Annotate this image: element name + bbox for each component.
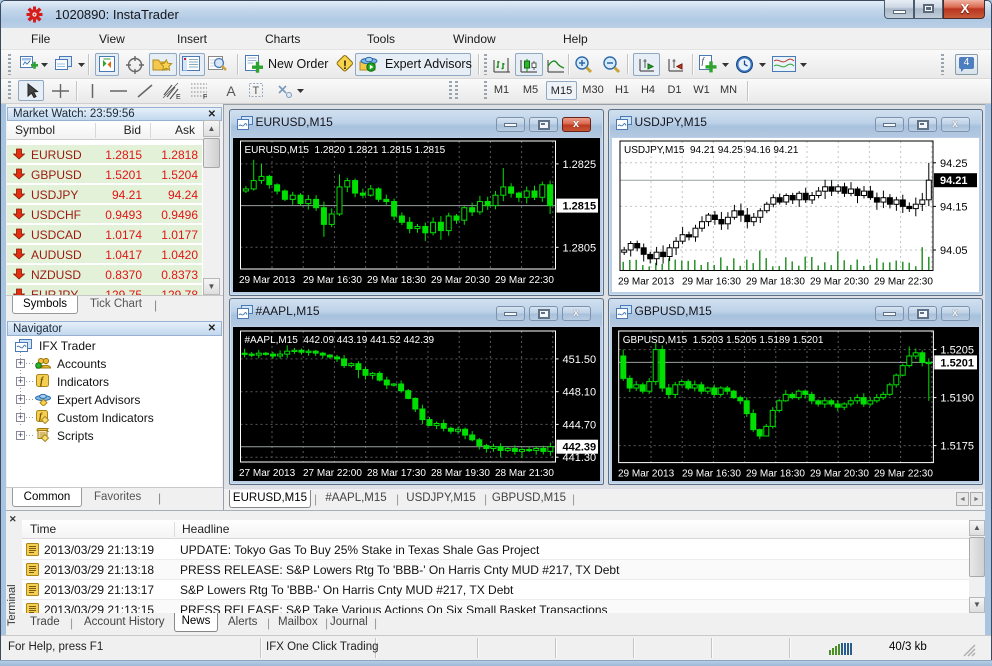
svg-text:1.5175: 1.5175 xyxy=(940,441,974,453)
svg-text:29 Mar 2013: 29 Mar 2013 xyxy=(618,276,675,287)
svg-text:T: T xyxy=(253,85,260,97)
svg-text:441.30: 441.30 xyxy=(562,452,596,464)
svg-text:448.10: 448.10 xyxy=(562,387,596,399)
svg-text:29 Mar 16:30: 29 Mar 16:30 xyxy=(682,276,741,287)
svg-text:444.70: 444.70 xyxy=(562,419,596,431)
svg-text:28 Mar 17:30: 28 Mar 17:30 xyxy=(367,468,426,479)
svg-text:GBPUSD,M15 1.5203 1.5205 1.51: GBPUSD,M15 1.5203 1.5205 1.5189 1.5201 xyxy=(622,335,823,346)
svg-text:1.5205: 1.5205 xyxy=(940,345,974,357)
svg-text:29 Mar 22:30: 29 Mar 22:30 xyxy=(874,469,933,480)
svg-text:442.39: 442.39 xyxy=(562,442,596,454)
svg-text:29 Mar 20:30: 29 Mar 20:30 xyxy=(810,469,869,480)
svg-text:28 Mar 21:30: 28 Mar 21:30 xyxy=(495,468,554,479)
svg-text:29 Mar 16:30: 29 Mar 16:30 xyxy=(682,469,741,480)
svg-text:EURUSD,M15 1.2820 1.2821 1.28: EURUSD,M15 1.2820 1.2821 1.2815 1.2815 xyxy=(244,145,445,156)
svg-text:29 Mar 22:30: 29 Mar 22:30 xyxy=(495,275,554,286)
svg-text:F: F xyxy=(203,94,207,100)
svg-text:1.5190: 1.5190 xyxy=(940,393,974,405)
svg-text:29 Mar 18:30: 29 Mar 18:30 xyxy=(746,469,805,480)
svg-text:29 Mar 16:30: 29 Mar 16:30 xyxy=(303,275,362,286)
svg-text:USDJPY,M15 94.21 94.25 94.16: USDJPY,M15 94.21 94.25 94.16 94.21 xyxy=(624,145,799,156)
svg-text:!: ! xyxy=(343,58,347,72)
svg-text:94.21: 94.21 xyxy=(940,175,968,187)
svg-text:27 Mar 22:00: 27 Mar 22:00 xyxy=(303,468,362,479)
svg-text:27 Mar 2013: 27 Mar 2013 xyxy=(239,468,296,479)
svg-text:#AAPL,M15 442.09 443.19 441.5: #AAPL,M15 442.09 443.19 441.52 442.39 xyxy=(244,335,434,346)
svg-text:E: E xyxy=(176,94,181,100)
svg-text:29 Mar 2013: 29 Mar 2013 xyxy=(618,469,675,480)
svg-text:28 Mar 19:30: 28 Mar 19:30 xyxy=(431,468,490,479)
svg-text:1.2805: 1.2805 xyxy=(562,242,596,254)
svg-text:94.15: 94.15 xyxy=(940,201,968,213)
svg-text:94.05: 94.05 xyxy=(940,245,968,257)
svg-text:1.2815: 1.2815 xyxy=(562,200,596,212)
svg-text:1.5201: 1.5201 xyxy=(940,357,974,369)
svg-text:451.50: 451.50 xyxy=(562,354,596,366)
svg-text:29 Mar 2013: 29 Mar 2013 xyxy=(239,275,296,286)
svg-text:29 Mar 20:30: 29 Mar 20:30 xyxy=(431,275,490,286)
svg-text:1.2825: 1.2825 xyxy=(562,158,596,170)
svg-text:29 Mar 18:30: 29 Mar 18:30 xyxy=(367,275,426,286)
svg-text:94.25: 94.25 xyxy=(940,157,968,169)
svg-text:29 Mar 22:30: 29 Mar 22:30 xyxy=(874,276,933,287)
svg-text:29 Mar 18:30: 29 Mar 18:30 xyxy=(746,276,805,287)
svg-text:29 Mar 20:30: 29 Mar 20:30 xyxy=(810,276,869,287)
